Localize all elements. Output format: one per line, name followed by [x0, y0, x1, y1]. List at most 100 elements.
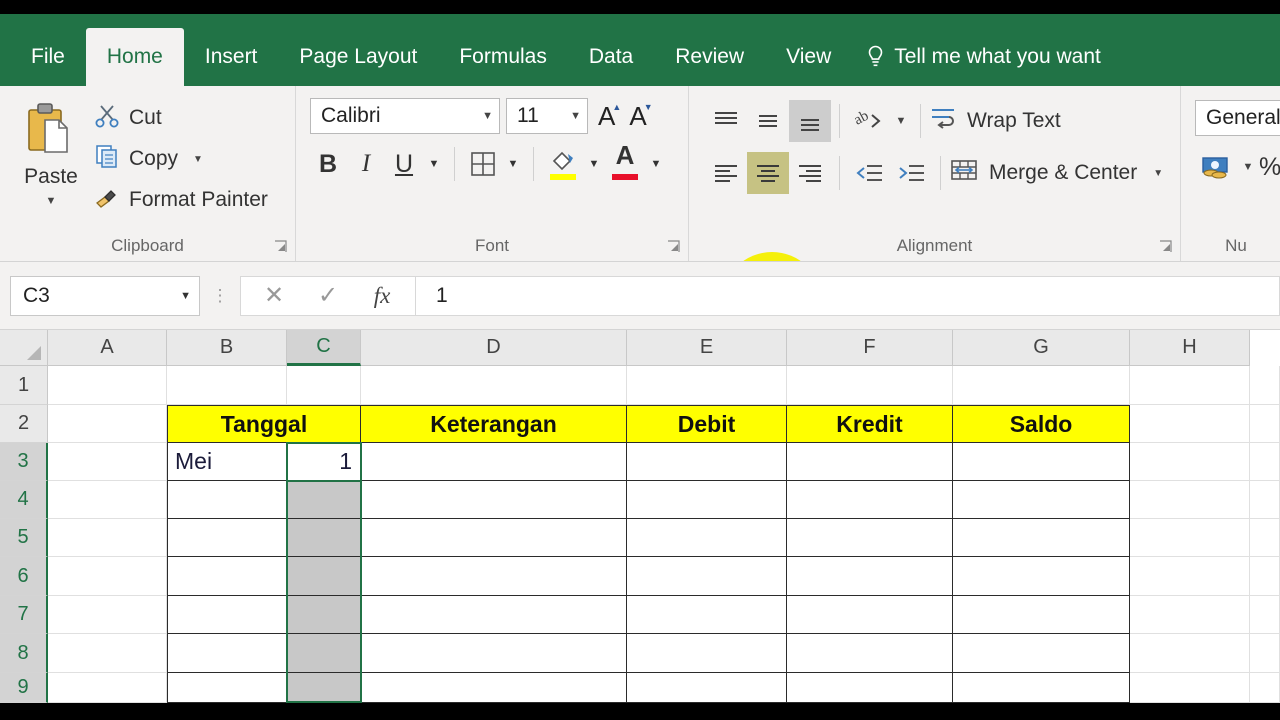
chevron-down-icon[interactable]: ▼	[46, 195, 57, 207]
cell-D7[interactable]	[361, 596, 627, 634]
column-header-h[interactable]: H	[1130, 330, 1250, 366]
chevron-down-icon[interactable]: ▼	[1153, 168, 1163, 179]
accounting-format-button[interactable]	[1195, 146, 1237, 188]
cell-C6[interactable]	[287, 557, 361, 596]
chevron-down-icon[interactable]: ▼	[193, 154, 203, 165]
row-header-1[interactable]: 1	[0, 366, 48, 405]
cell-D3[interactable]	[361, 443, 627, 481]
wrap-text-button[interactable]: Wrap Text	[929, 100, 1061, 142]
font-dialog-launcher[interactable]	[667, 240, 680, 253]
cell-F9[interactable]	[787, 673, 953, 703]
cell-F8[interactable]	[787, 634, 953, 673]
number-format-combo[interactable]: General	[1195, 100, 1280, 136]
grid-cell[interactable]	[48, 443, 167, 481]
column-header-f[interactable]: F	[787, 330, 953, 366]
cell-F4[interactable]	[787, 481, 953, 519]
tab-home[interactable]: Home	[85, 28, 184, 86]
increase-indent-button[interactable]	[890, 152, 932, 194]
grid-cell[interactable]	[1250, 366, 1280, 405]
align-middle-button[interactable]	[747, 100, 789, 142]
cell-E8[interactable]	[627, 634, 787, 673]
cell-C4[interactable]	[287, 481, 361, 519]
table-header-tanggal[interactable]: Tanggal	[167, 405, 361, 443]
borders-button[interactable]	[465, 145, 501, 183]
grid-cell[interactable]	[48, 634, 167, 673]
cell-B4[interactable]	[167, 481, 287, 519]
cell-G9[interactable]	[953, 673, 1130, 703]
borders-chevron-icon[interactable]: ▼	[503, 145, 523, 183]
decrease-font-size-button[interactable]: A ▼	[625, 101, 652, 132]
column-header-a[interactable]: A	[48, 330, 167, 366]
cell-E7[interactable]	[627, 596, 787, 634]
cell-B8[interactable]	[167, 634, 287, 673]
grid-cell[interactable]	[167, 366, 287, 405]
grid-cell[interactable]	[48, 673, 167, 703]
grid-cell[interactable]	[48, 405, 167, 443]
alignment-dialog-launcher[interactable]	[1159, 240, 1172, 253]
grid-cell[interactable]	[1130, 405, 1250, 443]
underline-button[interactable]: U	[386, 145, 422, 183]
italic-button[interactable]: I	[348, 145, 384, 183]
grid-cell[interactable]	[1250, 557, 1280, 596]
align-center-button[interactable]	[747, 152, 789, 194]
grid-cell[interactable]	[1130, 481, 1250, 519]
orientation-button[interactable]: ab	[848, 100, 890, 142]
name-box[interactable]: C3 ▼	[10, 275, 200, 316]
close-icon[interactable]: ✕	[247, 277, 301, 315]
cell-F3[interactable]	[787, 443, 953, 481]
table-header-saldo[interactable]: Saldo	[953, 405, 1130, 443]
fill-color-button[interactable]	[544, 144, 582, 184]
cell-D9[interactable]	[361, 673, 627, 703]
row-header-8[interactable]: 8	[0, 634, 48, 673]
font-color-chevron-icon[interactable]: ▼	[646, 145, 666, 183]
grid-cell[interactable]	[1130, 596, 1250, 634]
cell-B9[interactable]	[167, 673, 287, 703]
grid-cell[interactable]	[1130, 557, 1250, 596]
select-all-corner[interactable]	[0, 330, 48, 366]
bold-button[interactable]: B	[310, 145, 346, 183]
column-header-e[interactable]: E	[627, 330, 787, 366]
table-header-debit[interactable]: Debit	[627, 405, 787, 443]
grid-cell[interactable]	[1250, 596, 1280, 634]
row-header-4[interactable]: 4	[0, 481, 48, 519]
cell-G4[interactable]	[953, 481, 1130, 519]
cell-E4[interactable]	[627, 481, 787, 519]
grid-cell[interactable]	[48, 481, 167, 519]
merge-center-button[interactable]: Merge & Center ▼	[949, 152, 1163, 194]
cell-B6[interactable]	[167, 557, 287, 596]
font-color-button[interactable]: A	[606, 140, 644, 184]
fx-icon[interactable]: fx	[355, 277, 409, 315]
clipboard-dialog-launcher[interactable]	[274, 240, 287, 253]
tab-formulas[interactable]: Formulas	[438, 28, 568, 86]
grid-cell[interactable]	[1250, 481, 1280, 519]
cell-B7[interactable]	[167, 596, 287, 634]
grid-cell[interactable]	[48, 366, 167, 405]
cell-E9[interactable]	[627, 673, 787, 703]
cell-B3[interactable]: Mei	[167, 443, 287, 481]
cell-D6[interactable]	[361, 557, 627, 596]
cell-E6[interactable]	[627, 557, 787, 596]
grid-cell[interactable]	[1250, 519, 1280, 557]
table-header-kredit[interactable]: Kredit	[787, 405, 953, 443]
underline-chevron-icon[interactable]: ▼	[424, 145, 444, 183]
font-name-combo[interactable]: Calibri ▼	[310, 98, 500, 134]
grid-cell[interactable]	[1250, 443, 1280, 481]
grid-cell[interactable]	[361, 366, 627, 405]
cell-C3[interactable]: 1	[287, 443, 361, 481]
cell-G8[interactable]	[953, 634, 1130, 673]
align-top-button[interactable]	[705, 100, 747, 142]
cell-D5[interactable]	[361, 519, 627, 557]
row-header-5[interactable]: 5	[0, 519, 48, 557]
grid-cell[interactable]	[1250, 634, 1280, 673]
orientation-chevron-icon[interactable]: ▼	[890, 100, 912, 142]
grid-cell[interactable]	[1250, 405, 1280, 443]
accounting-chevron-icon[interactable]: ▼	[1239, 146, 1257, 188]
tab-data[interactable]: Data	[568, 28, 654, 86]
row-header-9[interactable]: 9	[0, 673, 48, 703]
copy-button[interactable]: Copy ▼	[94, 142, 268, 176]
cell-G7[interactable]	[953, 596, 1130, 634]
table-header-keterangan[interactable]: Keterangan	[361, 405, 627, 443]
tab-page-layout[interactable]: Page Layout	[278, 28, 438, 86]
row-header-7[interactable]: 7	[0, 596, 48, 634]
cell-D4[interactable]	[361, 481, 627, 519]
